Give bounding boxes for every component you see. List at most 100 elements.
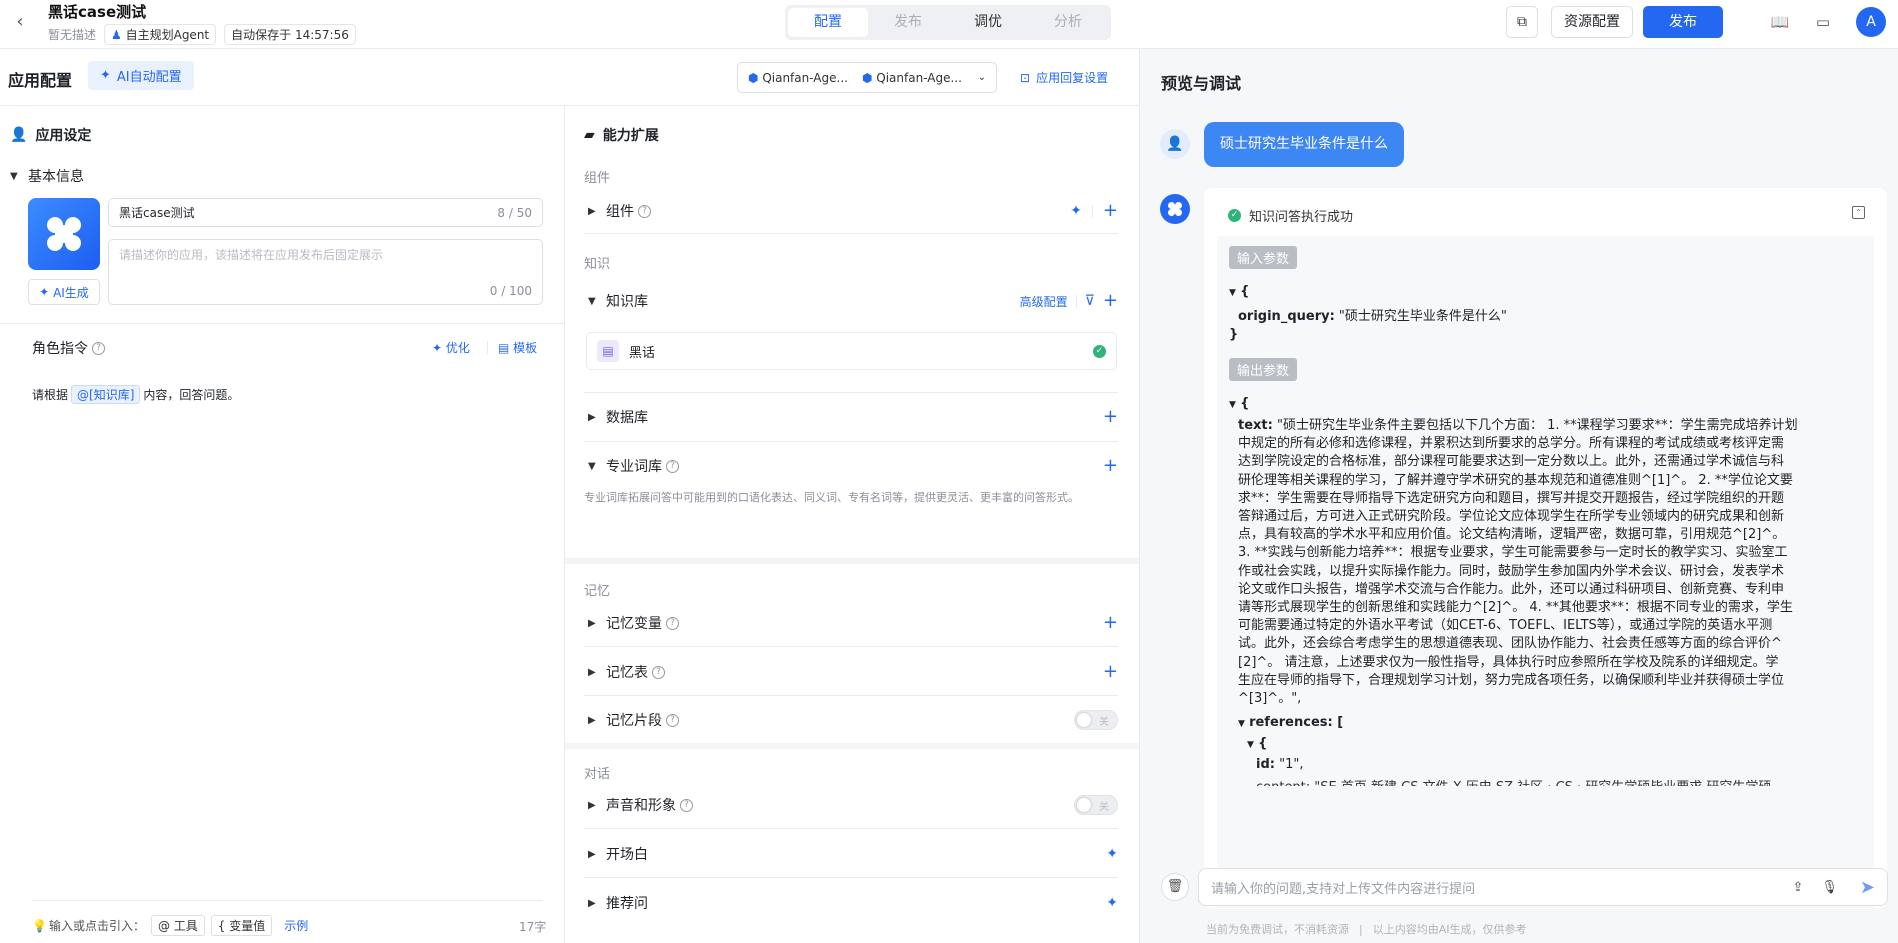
kb-advanced-config-link[interactable]: 高级配置 [1020, 293, 1068, 310]
help-icon[interactable]: ? [652, 665, 665, 679]
memory-variable-label: 记忆变量 [606, 616, 662, 632]
divider [584, 828, 1118, 829]
status-label: 知识问答执行成功 [1249, 210, 1354, 225]
toggle-knob [1077, 798, 1091, 812]
suggested-questions-label: 推荐问 [606, 896, 648, 912]
knowledge-base-mention[interactable]: @[知识库] [71, 385, 141, 404]
add-memory-table-icon[interactable]: + [1103, 663, 1118, 681]
tab-publish[interactable]: 发布 [868, 8, 948, 37]
input-params-label: 输入参数 [1229, 246, 1298, 269]
chat-settings-icon: ⊡ [1020, 70, 1031, 85]
basic-info-header[interactable]: ▼ 基本信息 [10, 166, 84, 186]
check-icon: ✓ [1093, 344, 1106, 358]
ai-generate-button[interactable]: ✦ AI生成 [28, 279, 100, 305]
add-kb-icon[interactable]: + [1103, 292, 1118, 310]
prompt-text-pre: 请根据 [32, 388, 69, 402]
microphone-icon[interactable]: 🎙 [1821, 880, 1838, 895]
resource-config-button[interactable]: 资源配置 [1551, 6, 1633, 38]
feedback-icon[interactable]: ▭ [1812, 11, 1834, 33]
avatar[interactable]: A [1856, 7, 1886, 37]
help-icon[interactable]: ? [680, 798, 693, 812]
chat-input[interactable]: 请输入你的问题,支持对上传文件内容进行提问 ⇪ 🎙 ➤ [1198, 868, 1888, 906]
sparkle-icon[interactable]: ✦ [1106, 895, 1118, 911]
voice-avatar-toggle[interactable]: 关 [1074, 795, 1118, 815]
bot-avatar-icon [1160, 194, 1190, 224]
group-dialog: 对话 [584, 767, 611, 782]
model-icon: ⬢ [861, 70, 873, 85]
divider [0, 323, 564, 324]
chevron-left-icon[interactable]: ‹ [10, 12, 30, 32]
caret-right-icon: ▶ [588, 714, 596, 726]
sparkle-icon[interactable]: ✦ [1106, 846, 1118, 862]
help-icon[interactable]: ? [638, 204, 651, 218]
help-icon[interactable]: ? [666, 713, 679, 727]
lexicon-row[interactable]: ▼ 专业词库? + [588, 456, 1118, 476]
memory-variable-row[interactable]: ▶ 记忆变量? + [588, 613, 1118, 633]
role-instruction-title: 角色指令 [32, 341, 88, 357]
template-button[interactable]: ▤ 模板 [498, 339, 537, 356]
tab-config[interactable]: 配置 [788, 8, 868, 37]
copy-icon[interactable]: ⧉ [1506, 6, 1538, 38]
sparkle-icon[interactable]: ✦ [1070, 203, 1082, 219]
suggested-questions-row[interactable]: ▶ 推荐问 ✦ [588, 893, 1118, 913]
divider [584, 695, 1118, 696]
divider [584, 392, 1118, 393]
app-meta: 暂无描述 ♟ 自主规划Agent 自动保存于 14:57:56 [48, 24, 356, 45]
caret-down-icon: ▼ [588, 460, 596, 472]
preview-title: 预览与调试 [1161, 74, 1242, 93]
model-select[interactable]: ⬢ Qianfan-Age... ⬢ Qianfan-Age... ⌄ [737, 62, 997, 93]
voice-avatar-label: 声音和形象 [606, 798, 676, 814]
component-row[interactable]: ▶ 组件? ✦ + [588, 201, 1118, 221]
output-text-line: 作或社会实践，以提升实际操作能力。同时，鼓励学生参加国内外学术会议、研讨会，发表… [1238, 563, 1785, 579]
tab-analyze[interactable]: 分析 [1028, 8, 1108, 37]
example-link[interactable]: 示例 [284, 917, 308, 934]
knowledge-base-row[interactable]: ▼ 知识库 高级配置 ⊽ + [588, 291, 1118, 311]
user-icon: 👤 [10, 127, 28, 143]
add-database-icon[interactable]: + [1103, 408, 1118, 426]
book-icon[interactable]: 📖 [1769, 11, 1791, 33]
puzzle-icon: ▰ [584, 127, 595, 143]
optimize-button[interactable]: ✦ 优化 [432, 339, 470, 356]
app-description-input[interactable]: 请描述你的应用，该描述将在应用发布后固定展示 0 / 100 [108, 239, 543, 305]
voice-avatar-row[interactable]: ▶ 声音和形象? 关 [588, 795, 1118, 815]
help-icon[interactable]: ? [666, 459, 679, 473]
reply-settings-link[interactable]: ⊡ 应用回复设置 [1020, 69, 1108, 86]
clear-history-icon[interactable]: 🗑 [1161, 873, 1189, 901]
config-title: 应用配置 [8, 71, 73, 90]
tab-tune[interactable]: 调优 [948, 8, 1028, 37]
model-name-2: Qianfan-Age... [876, 70, 962, 85]
ai-auto-config-button[interactable]: ✦ AI自动配置 [88, 61, 194, 90]
insert-variable-button[interactable]: { 变量值 [210, 915, 273, 936]
output-text-line: 求**：学生需要在导师指导下选定研究方向和题目，撰写并提交开题报告，经过学院组织… [1238, 490, 1785, 506]
add-lexicon-icon[interactable]: + [1103, 457, 1118, 475]
app-description-count: 0 / 100 [489, 284, 532, 298]
add-component-icon[interactable]: + [1103, 202, 1118, 220]
output-text-line: "硕士研究生毕业条件主要包括以下几个方面： 1. **课程学习要求**：学生需完… [1272, 418, 1798, 433]
opening-row[interactable]: ▶ 开场白 ✦ [588, 844, 1118, 864]
insert-tool-button[interactable]: @ 工具 [150, 915, 205, 936]
memory-snippet-toggle[interactable]: 关 [1074, 710, 1118, 730]
database-row[interactable]: ▶ 数据库 + [588, 407, 1118, 427]
kb-item[interactable]: ▤ 黑话 ✓ [586, 332, 1117, 370]
app-icon[interactable] [28, 198, 100, 270]
origin-query-value: "硕士研究生毕业条件是什么" [1338, 309, 1507, 324]
help-icon[interactable]: ? [666, 616, 679, 630]
ref-open-brace: ▼ { [1247, 736, 1268, 751]
send-icon[interactable]: ➤ [1860, 877, 1875, 898]
prompt-text-post: 内容，回答问题。 [143, 388, 240, 402]
upload-file-icon[interactable]: ⇪ [1792, 880, 1803, 895]
output-text-line: ^[3]^。", [1238, 691, 1302, 707]
memory-table-row[interactable]: ▶ 记忆表? + [588, 662, 1118, 682]
publish-button[interactable]: 发布 [1643, 6, 1723, 38]
collapse-icon[interactable]: ⌃ [1852, 206, 1865, 219]
app-description: 暂无描述 [48, 28, 97, 42]
add-memory-variable-icon[interactable]: + [1103, 614, 1118, 632]
basic-info-label: 基本信息 [28, 169, 84, 185]
app-name-input[interactable]: 黑话case测试 8 / 50 [108, 198, 543, 227]
output-text-line: 生应在导师的指导下，合理规划学习计划，努力完成各项任务，以确保顺利毕业并获得硕士… [1238, 672, 1785, 688]
role-prompt-text[interactable]: 请根据 @[知识库] 内容，回答问题。 [32, 385, 239, 404]
filter-icon[interactable]: ⊽ [1085, 293, 1095, 309]
help-icon[interactable]: ? [92, 341, 105, 355]
memory-snippet-row[interactable]: ▶ 记忆片段? 关 [588, 710, 1118, 730]
divider [32, 900, 543, 901]
